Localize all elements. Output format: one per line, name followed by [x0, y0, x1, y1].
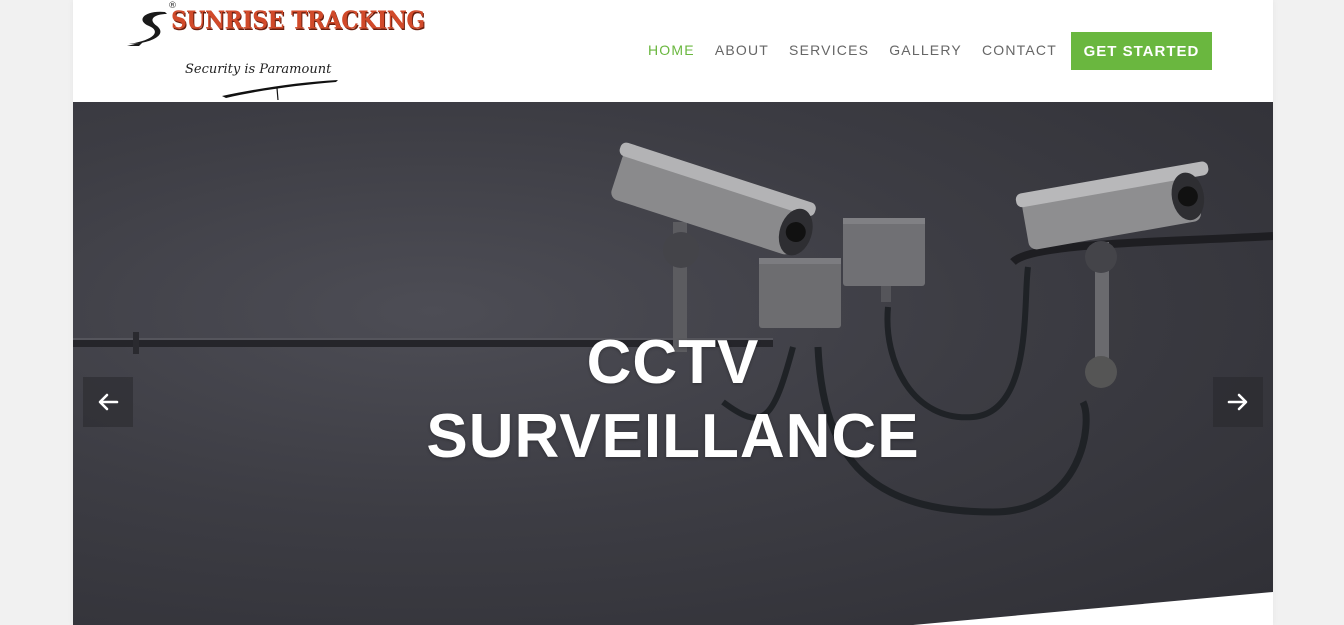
tagline-underline-icon — [222, 80, 338, 101]
hero-bottom-wedge — [913, 592, 1273, 625]
brand-name: SUNRISE TRACKING — [171, 6, 425, 36]
nav-item-about[interactable]: ABOUT — [715, 41, 769, 59]
site-header: ® SUNRISE TRACKING Security is Paramount… — [73, 0, 1273, 102]
get-started-button[interactable]: GET STARTED — [1071, 32, 1212, 70]
nav-item-gallery[interactable]: GALLERY — [889, 41, 962, 59]
brand-logo[interactable]: ® SUNRISE TRACKING Security is Paramount — [125, 1, 425, 102]
nav-item-contact[interactable]: CONTACT — [982, 41, 1057, 59]
nav-item-services[interactable]: SERVICES — [789, 41, 869, 59]
brand-tagline: Security is Paramount — [185, 62, 332, 77]
main-nav: HOME ABOUT SERVICES GALLERY CONTACT — [648, 41, 1077, 59]
nav-item-home[interactable]: HOME — [648, 41, 695, 59]
hero-slider: CCTV SURVEILLANCE — [73, 102, 1273, 625]
page-container: ® SUNRISE TRACKING Security is Paramount… — [73, 0, 1273, 625]
